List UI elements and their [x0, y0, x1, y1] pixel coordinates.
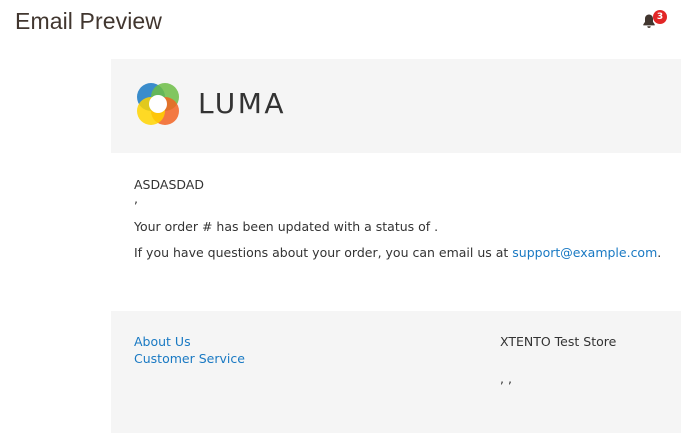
email-preview: LUMA ASDASDAD , Your order # has been up…: [111, 59, 681, 433]
luma-logo-icon: [137, 83, 179, 125]
email-header: LUMA: [111, 59, 681, 153]
email-preview-page: Email Preview 3 LUMA ASDASDAD , Your ord…: [0, 0, 681, 433]
store-address: , ,: [500, 371, 512, 386]
order-status-message: Your order # has been updated with a sta…: [134, 219, 439, 234]
email-greeting: ASDASDAD: [134, 177, 204, 192]
questions-text: If you have questions about your order, …: [134, 245, 513, 260]
footer-links: About Us Customer Service: [134, 333, 245, 367]
notifications-button[interactable]: 3: [642, 10, 670, 30]
questions-end: .: [657, 245, 662, 260]
customer-service-link[interactable]: Customer Service: [134, 350, 245, 367]
about-us-link[interactable]: About Us: [134, 333, 245, 350]
support-email-link[interactable]: support@example.com: [512, 245, 657, 260]
email-footer: About Us Customer Service XTENTO Test St…: [111, 311, 681, 433]
questions-message: If you have questions about your order, …: [134, 245, 661, 260]
notification-count-badge: 3: [653, 10, 667, 24]
page-title: Email Preview: [15, 8, 163, 34]
luma-logo-text: LUMA: [198, 87, 287, 120]
email-comma-line: ,: [134, 191, 138, 206]
store-name: XTENTO Test Store: [500, 334, 617, 349]
